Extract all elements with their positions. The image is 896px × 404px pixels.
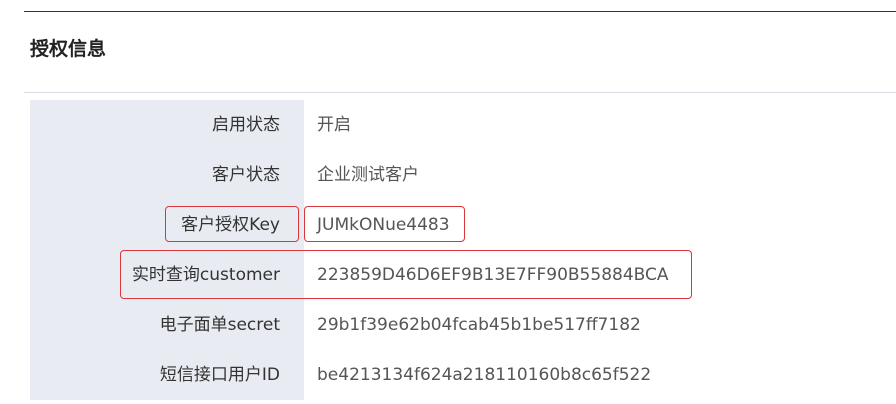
value-enable-status: 开启 xyxy=(317,115,351,135)
label-cell: 启用状态 xyxy=(30,100,304,150)
label-ewaybill-secret: 电子面单secret xyxy=(159,315,280,335)
label-customer-status: 客户状态 xyxy=(212,165,280,185)
row-sms-user-id: 短信接口用户ID be4213134f624a218110160b8c65f52… xyxy=(30,350,896,400)
row-ewaybill-secret: 电子面单secret 29b1f39e62b04fcab45b1be517ff7… xyxy=(30,300,896,350)
value-customer-key[interactable]: JUMkONue4483 xyxy=(317,200,450,250)
section-divider xyxy=(24,92,896,93)
label-realtime-customer: 实时查询customer xyxy=(131,265,280,285)
label-customer-key: 客户授权Key xyxy=(181,215,280,235)
row-customer-key: 客户授权Key JUMkONue4483 xyxy=(30,200,896,250)
value-ewaybill-secret[interactable]: 29b1f39e62b04fcab45b1be517ff7182 xyxy=(317,300,641,350)
section-title: 授权信息 xyxy=(30,38,107,60)
value-sms-user-id[interactable]: be4213134f624a218110160b8c65f522 xyxy=(317,350,651,400)
top-divider xyxy=(24,11,896,12)
label-cell: 电子面单secret xyxy=(30,300,304,350)
label-cell: 客户状态 xyxy=(30,150,304,200)
label-enable-status: 启用状态 xyxy=(212,115,280,135)
label-cell: 实时查询customer xyxy=(30,250,304,300)
row-enable-status: 启用状态 开启 xyxy=(30,100,896,150)
authorization-info-table: 启用状态 开启 客户状态 企业测试客户 客户授权Key JUMkONue4483… xyxy=(30,100,896,400)
value-realtime-customer[interactable]: 223859D46D6EF9B13E7FF90B55884BCA xyxy=(317,250,669,300)
label-sms-user-id: 短信接口用户ID xyxy=(159,365,280,385)
row-customer-status: 客户状态 企业测试客户 xyxy=(30,150,896,200)
label-cell: 短信接口用户ID xyxy=(30,350,304,400)
label-cell: 客户授权Key xyxy=(30,200,304,250)
value-customer-status: 企业测试客户 xyxy=(317,165,419,185)
row-realtime-customer: 实时查询customer 223859D46D6EF9B13E7FF90B558… xyxy=(30,250,896,300)
